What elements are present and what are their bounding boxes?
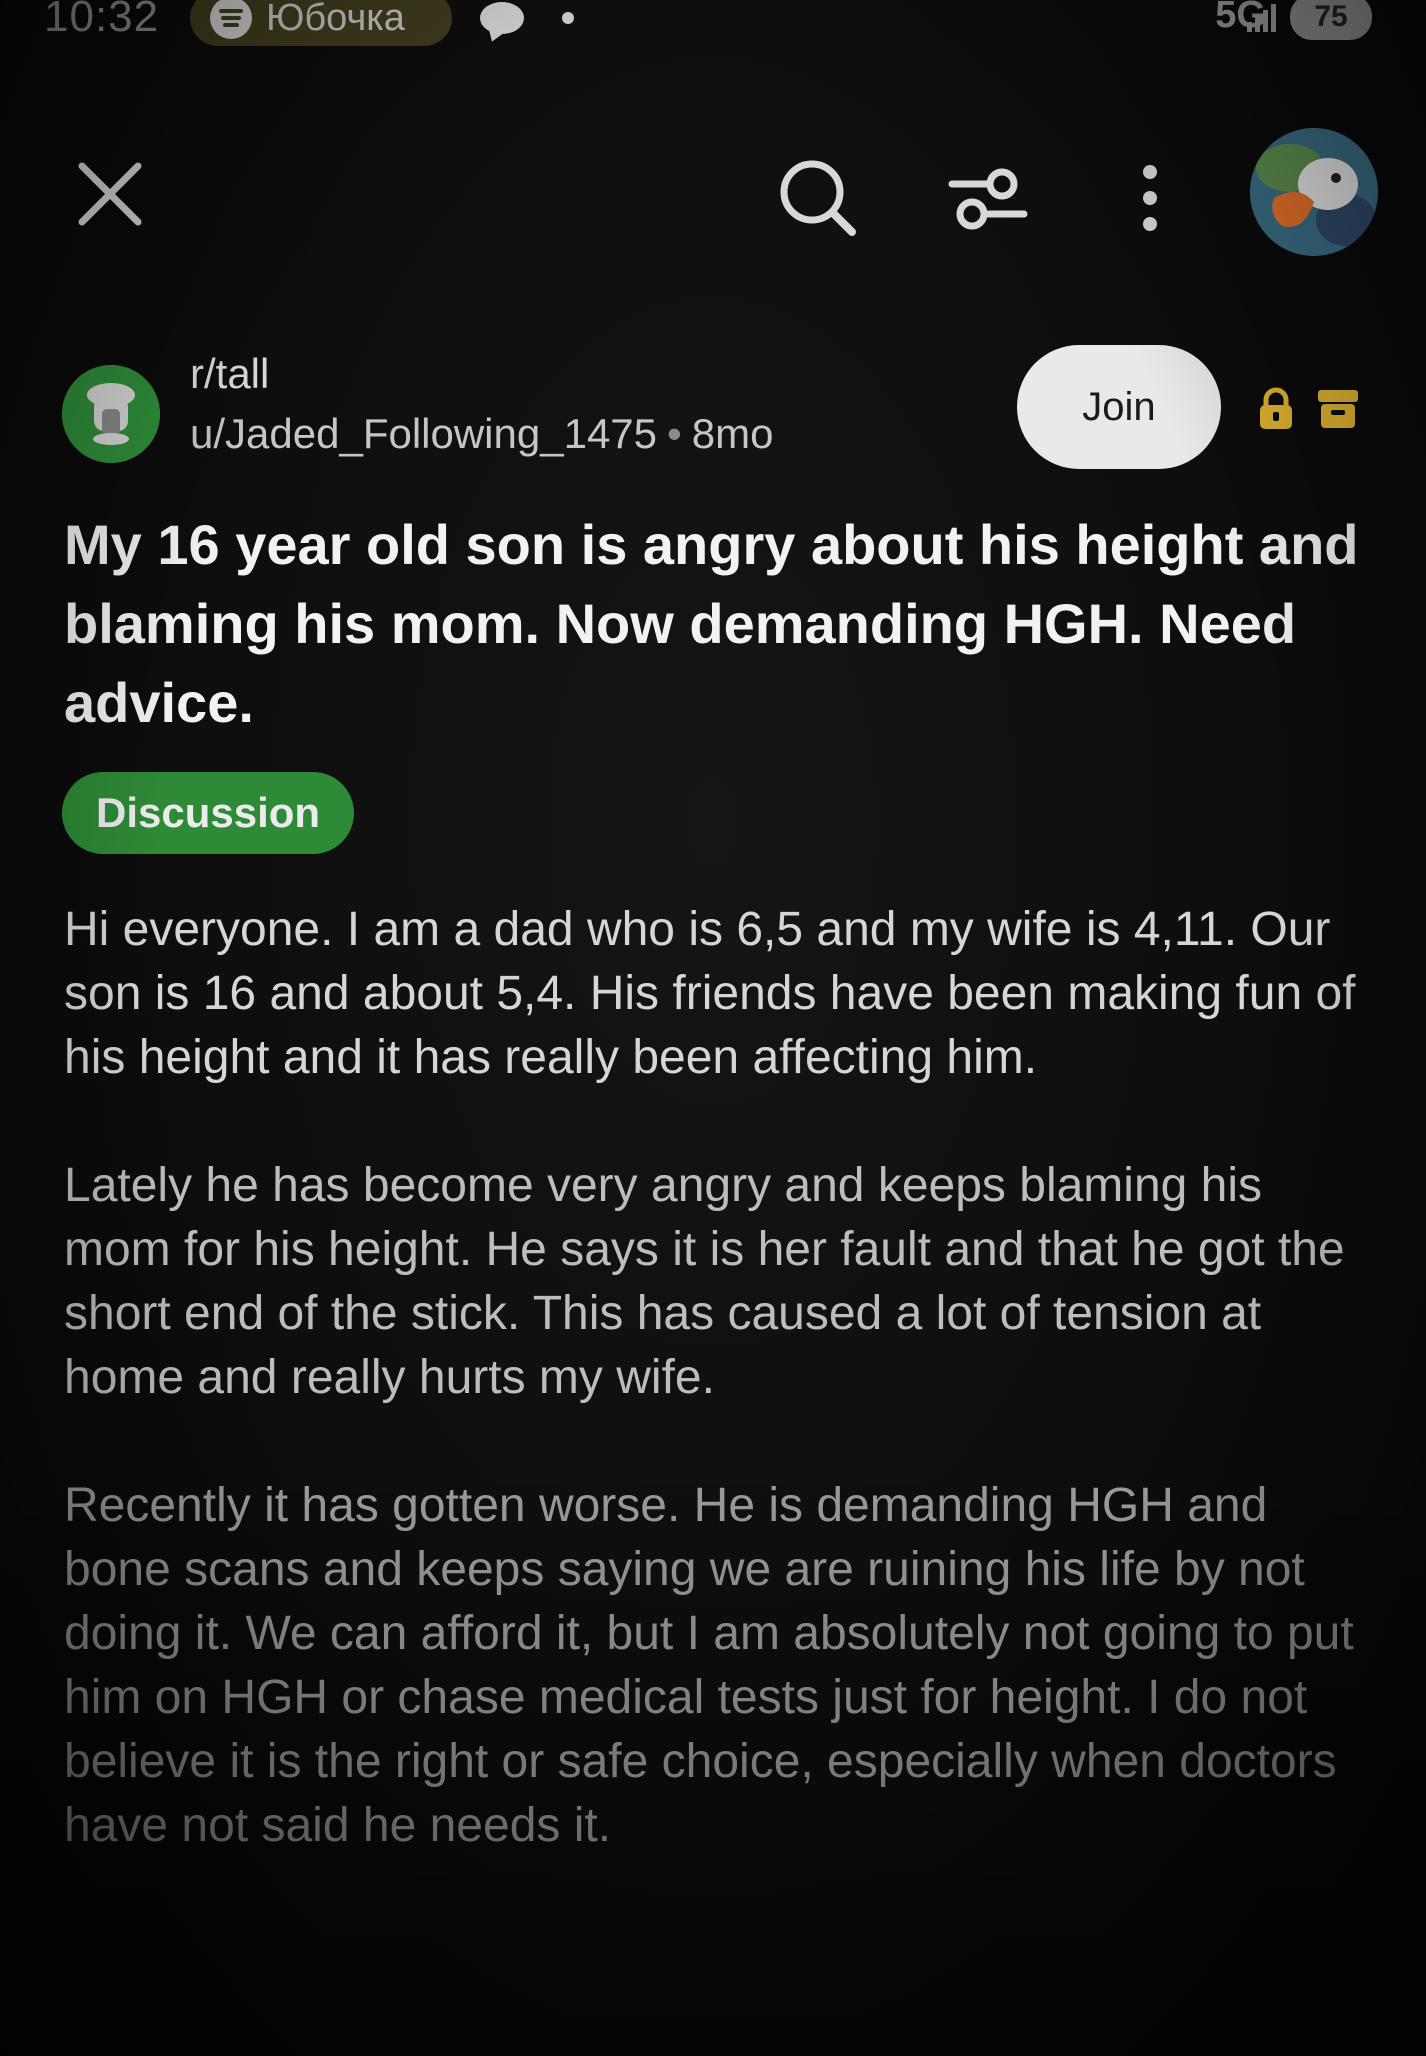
- battery-indicator: 75: [1290, 0, 1372, 40]
- lock-icon: [1254, 386, 1298, 430]
- more-options-button[interactable]: [1120, 150, 1180, 246]
- subreddit-avatar[interactable]: [62, 365, 160, 463]
- subreddit-icon: [62, 365, 160, 463]
- notification-dot-icon: [562, 12, 574, 24]
- author-link[interactable]: u/Jaded_Following_1475: [190, 410, 657, 457]
- chat-notification-icon: [480, 2, 524, 34]
- search-button[interactable]: [770, 150, 866, 246]
- post-body: Hi everyone. I am a dad who is 6,5 and m…: [64, 898, 1374, 1922]
- user-avatar-button[interactable]: [1250, 128, 1378, 256]
- archive-icon: [1314, 386, 1362, 430]
- status-time: 10:32: [44, 0, 160, 41]
- meta-separator: •: [667, 410, 682, 457]
- post-age: 8mo: [691, 410, 774, 457]
- subreddit-link[interactable]: r/tall: [190, 350, 269, 398]
- sort-filter-button[interactable]: [940, 150, 1036, 246]
- search-icon: [780, 160, 856, 236]
- body-paragraph: Lately he has become very angry and keep…: [64, 1159, 1345, 1404]
- media-pill[interactable]: Юбочка: [190, 0, 452, 46]
- close-icon: [78, 162, 142, 226]
- body-paragraph: Hi everyone. I am a dad who is 6,5 and m…: [64, 903, 1356, 1084]
- spotify-icon: [210, 0, 252, 39]
- post-meta: u/Jaded_Following_1475 • 8mo: [190, 410, 773, 458]
- media-pill-label: Юбочка: [266, 0, 405, 39]
- more-vertical-icon: [1143, 165, 1157, 231]
- post-flair[interactable]: Discussion: [62, 772, 355, 854]
- post-header: r/tall u/Jaded_Following_1475 • 8mo Join: [0, 340, 1426, 470]
- close-button[interactable]: [72, 156, 148, 232]
- body-paragraph: Recently it has gotten worse. He is dema…: [64, 1479, 1354, 1852]
- filter-icon: [948, 168, 1028, 230]
- avatar-icon: [1250, 128, 1378, 256]
- join-button[interactable]: Join: [1017, 345, 1221, 469]
- status-bar: 10:32 Юбочка 5G 75: [0, 0, 1426, 46]
- reddit-post-screen: 10:32 Юбочка 5G 75 r/tall u/Jaded_Follow…: [0, 0, 1426, 2056]
- post-toolbar: [0, 120, 1426, 260]
- signal-icon: [1247, 2, 1276, 32]
- post-title: My 16 year old son is angry about his he…: [64, 513, 1359, 734]
